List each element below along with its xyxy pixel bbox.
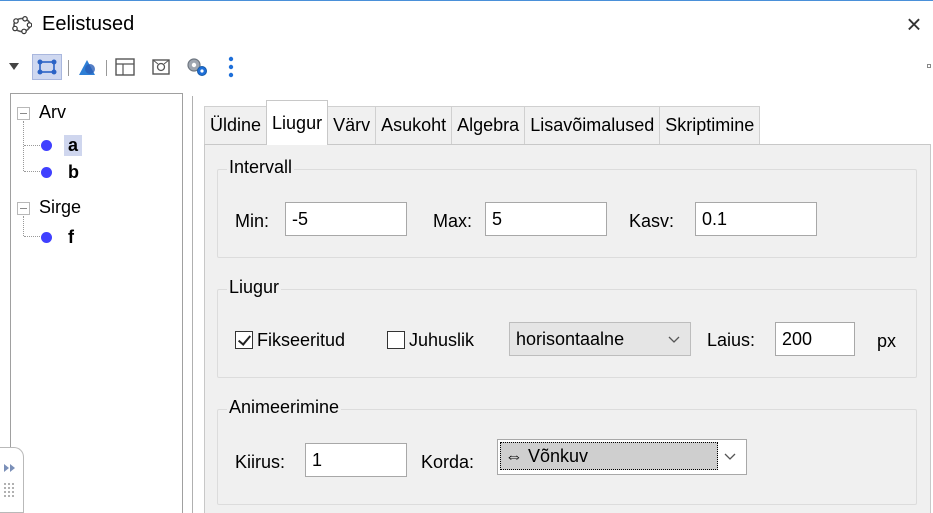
- close-button[interactable]: ×: [901, 11, 927, 37]
- min-field[interactable]: -5: [285, 202, 407, 236]
- tree-group-arv[interactable]: Arv: [39, 100, 66, 124]
- interval-group: Intervall Min: -5 Max: 5 Kasv: 0.1: [217, 155, 917, 258]
- tab-uldine[interactable]: Üldine: [204, 106, 268, 144]
- speed-field[interactable]: 1: [305, 443, 407, 477]
- tree-item-label: a: [64, 134, 83, 156]
- max-field[interactable]: 5: [485, 202, 607, 236]
- tree-line: [24, 171, 40, 172]
- tab-bar: Üldine Liugur Värv Asukoht Algebra Lisav…: [204, 100, 761, 145]
- toolbar: [0, 50, 933, 86]
- tree-group-label: Sirge: [39, 196, 82, 217]
- width-field[interactable]: 200: [775, 322, 855, 356]
- tree-item-b[interactable]: b: [41, 160, 79, 184]
- sidebar-expand-handle[interactable]: [0, 447, 24, 513]
- tree-line: [23, 216, 24, 236]
- width-label: Laius:: [707, 330, 756, 350]
- collapse-sirge-icon[interactable]: [17, 202, 30, 215]
- repeat-select[interactable]: ⇔ Võnkuv: [497, 439, 747, 475]
- expand-arrows-icon: [4, 464, 15, 497]
- tree-item-f[interactable]: f: [41, 225, 74, 249]
- slider-object-icon[interactable]: [32, 54, 62, 80]
- orientation-value: horisontaalne: [516, 328, 625, 349]
- dropdown-triangle-icon[interactable]: [8, 54, 20, 80]
- toolbar-separator: [106, 60, 107, 76]
- tab-content: Intervall Min: -5 Max: 5 Kasv: 0.1 Liugu…: [204, 144, 931, 513]
- properties-panel: Üldine Liugur Värv Asukoht Algebra Lisav…: [196, 96, 933, 513]
- tree-item-label: b: [68, 161, 79, 182]
- repeat-value: ⇔ Võnkuv: [505, 445, 589, 466]
- speed-label: Kiirus:: [235, 452, 286, 472]
- object-dot-icon: [41, 231, 52, 243]
- random-checkbox[interactable]: [387, 331, 405, 349]
- random-label[interactable]: Juhuslik: [409, 330, 474, 351]
- more-menu-icon[interactable]: [224, 54, 238, 80]
- chevron-down-icon: [668, 336, 680, 343]
- object-dot-icon: [41, 139, 52, 151]
- tree-item-label: f: [68, 226, 74, 247]
- title-bar: Eelistused ×: [0, 1, 933, 45]
- fixed-label[interactable]: Fikseeritud: [257, 330, 345, 351]
- step-label: Kasv:: [629, 211, 675, 231]
- chevron-down-icon: [724, 453, 736, 460]
- width-unit: px: [877, 331, 897, 351]
- shapes-icon[interactable]: [74, 54, 100, 80]
- tab-varv[interactable]: Värv: [327, 106, 377, 144]
- toolbar-separator: [68, 60, 69, 76]
- object-dot-icon: [41, 166, 52, 178]
- resize-corner-icon: [927, 64, 931, 68]
- tab-asukoht[interactable]: Asukoht: [375, 106, 453, 144]
- object-tree: Arv a b Sirge f: [10, 93, 183, 513]
- defaults-icon[interactable]: [148, 54, 174, 80]
- geogebra-logo-icon: [12, 15, 32, 35]
- tree-group-sirge[interactable]: Sirge: [39, 195, 81, 219]
- tree-item-a[interactable]: a: [41, 133, 83, 157]
- tree-line: [23, 121, 24, 171]
- repeat-label: Korda:: [421, 452, 475, 472]
- interval-title: Intervall: [227, 157, 295, 178]
- tab-algebra[interactable]: Algebra: [451, 106, 526, 144]
- max-label: Max:: [433, 211, 473, 231]
- fixed-checkbox[interactable]: [235, 331, 253, 349]
- step-field[interactable]: 0.1: [695, 202, 817, 236]
- tab-liugur[interactable]: Liugur: [266, 100, 329, 145]
- tree-line: [24, 145, 40, 146]
- orientation-select[interactable]: horisontaalne: [509, 322, 691, 356]
- window-title: Eelistused: [42, 13, 135, 35]
- min-label: Min:: [235, 211, 270, 231]
- advanced-settings-icon[interactable]: [184, 54, 210, 80]
- tab-lisavoimalused[interactable]: Lisavõimalused: [524, 106, 661, 144]
- repeat-value-box: ⇔ Võnkuv: [500, 442, 718, 470]
- tree-line: [24, 236, 40, 237]
- tab-skriptimine[interactable]: Skriptimine: [659, 106, 761, 144]
- animation-title: Animeerimine: [227, 397, 342, 418]
- slider-group: Liugur Fikseeritud Juhuslik horisontaaln…: [217, 275, 917, 378]
- tree-group-label: Arv: [39, 101, 66, 122]
- layout-icon[interactable]: [112, 54, 138, 80]
- slider-title: Liugur: [227, 277, 282, 298]
- panel-splitter[interactable]: [192, 96, 193, 513]
- collapse-arv-icon[interactable]: [17, 107, 30, 120]
- animation-group: Animeerimine Kiirus: 1 Korda: ⇔ Võnkuv: [217, 395, 917, 505]
